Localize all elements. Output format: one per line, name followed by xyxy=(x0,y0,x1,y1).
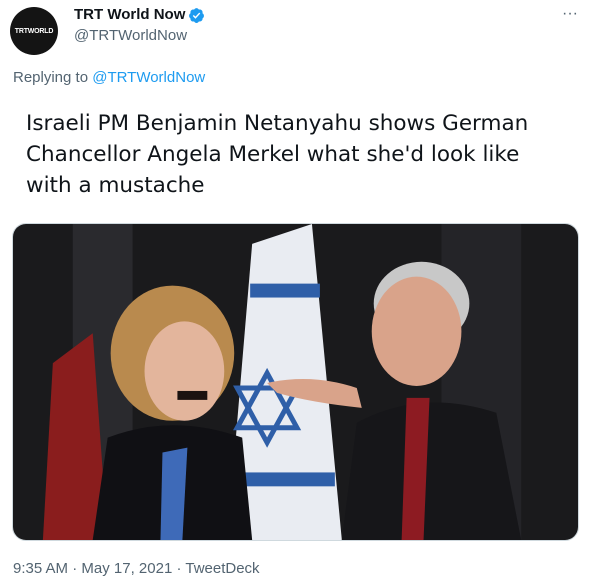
meta-separator: · xyxy=(68,560,82,577)
avatar-logo-text: TRTWORLD xyxy=(14,27,54,35)
photo-illustration xyxy=(13,224,578,540)
meta-separator: · xyxy=(172,560,186,577)
more-horizontal-icon[interactable]: ··· xyxy=(558,4,582,24)
replying-to-mention-link[interactable]: @TRTWorldNow xyxy=(92,69,205,86)
replying-to-label: Replying to xyxy=(13,69,93,86)
avatar[interactable]: TRTWORLD xyxy=(10,7,58,55)
tweet-timestamp-line: 9:35 AM · May 17, 2021 · TweetDeck xyxy=(13,560,260,577)
user-handle[interactable]: @TRTWorldNow xyxy=(74,27,187,44)
display-name[interactable]: TRT World Now xyxy=(74,6,185,23)
tweet-text: Israeli PM Benjamin Netanyahu shows Germ… xyxy=(26,111,529,198)
tweet-source-link[interactable]: TweetDeck xyxy=(185,560,259,577)
tweet-time-link[interactable]: 9:35 AM xyxy=(13,560,68,577)
tweet-photo[interactable] xyxy=(12,223,579,541)
tweet-date-link[interactable]: May 17, 2021 xyxy=(81,560,172,577)
replying-to-line: Replying to @TRTWorldNow xyxy=(13,69,205,86)
verified-badge-icon xyxy=(189,8,204,23)
